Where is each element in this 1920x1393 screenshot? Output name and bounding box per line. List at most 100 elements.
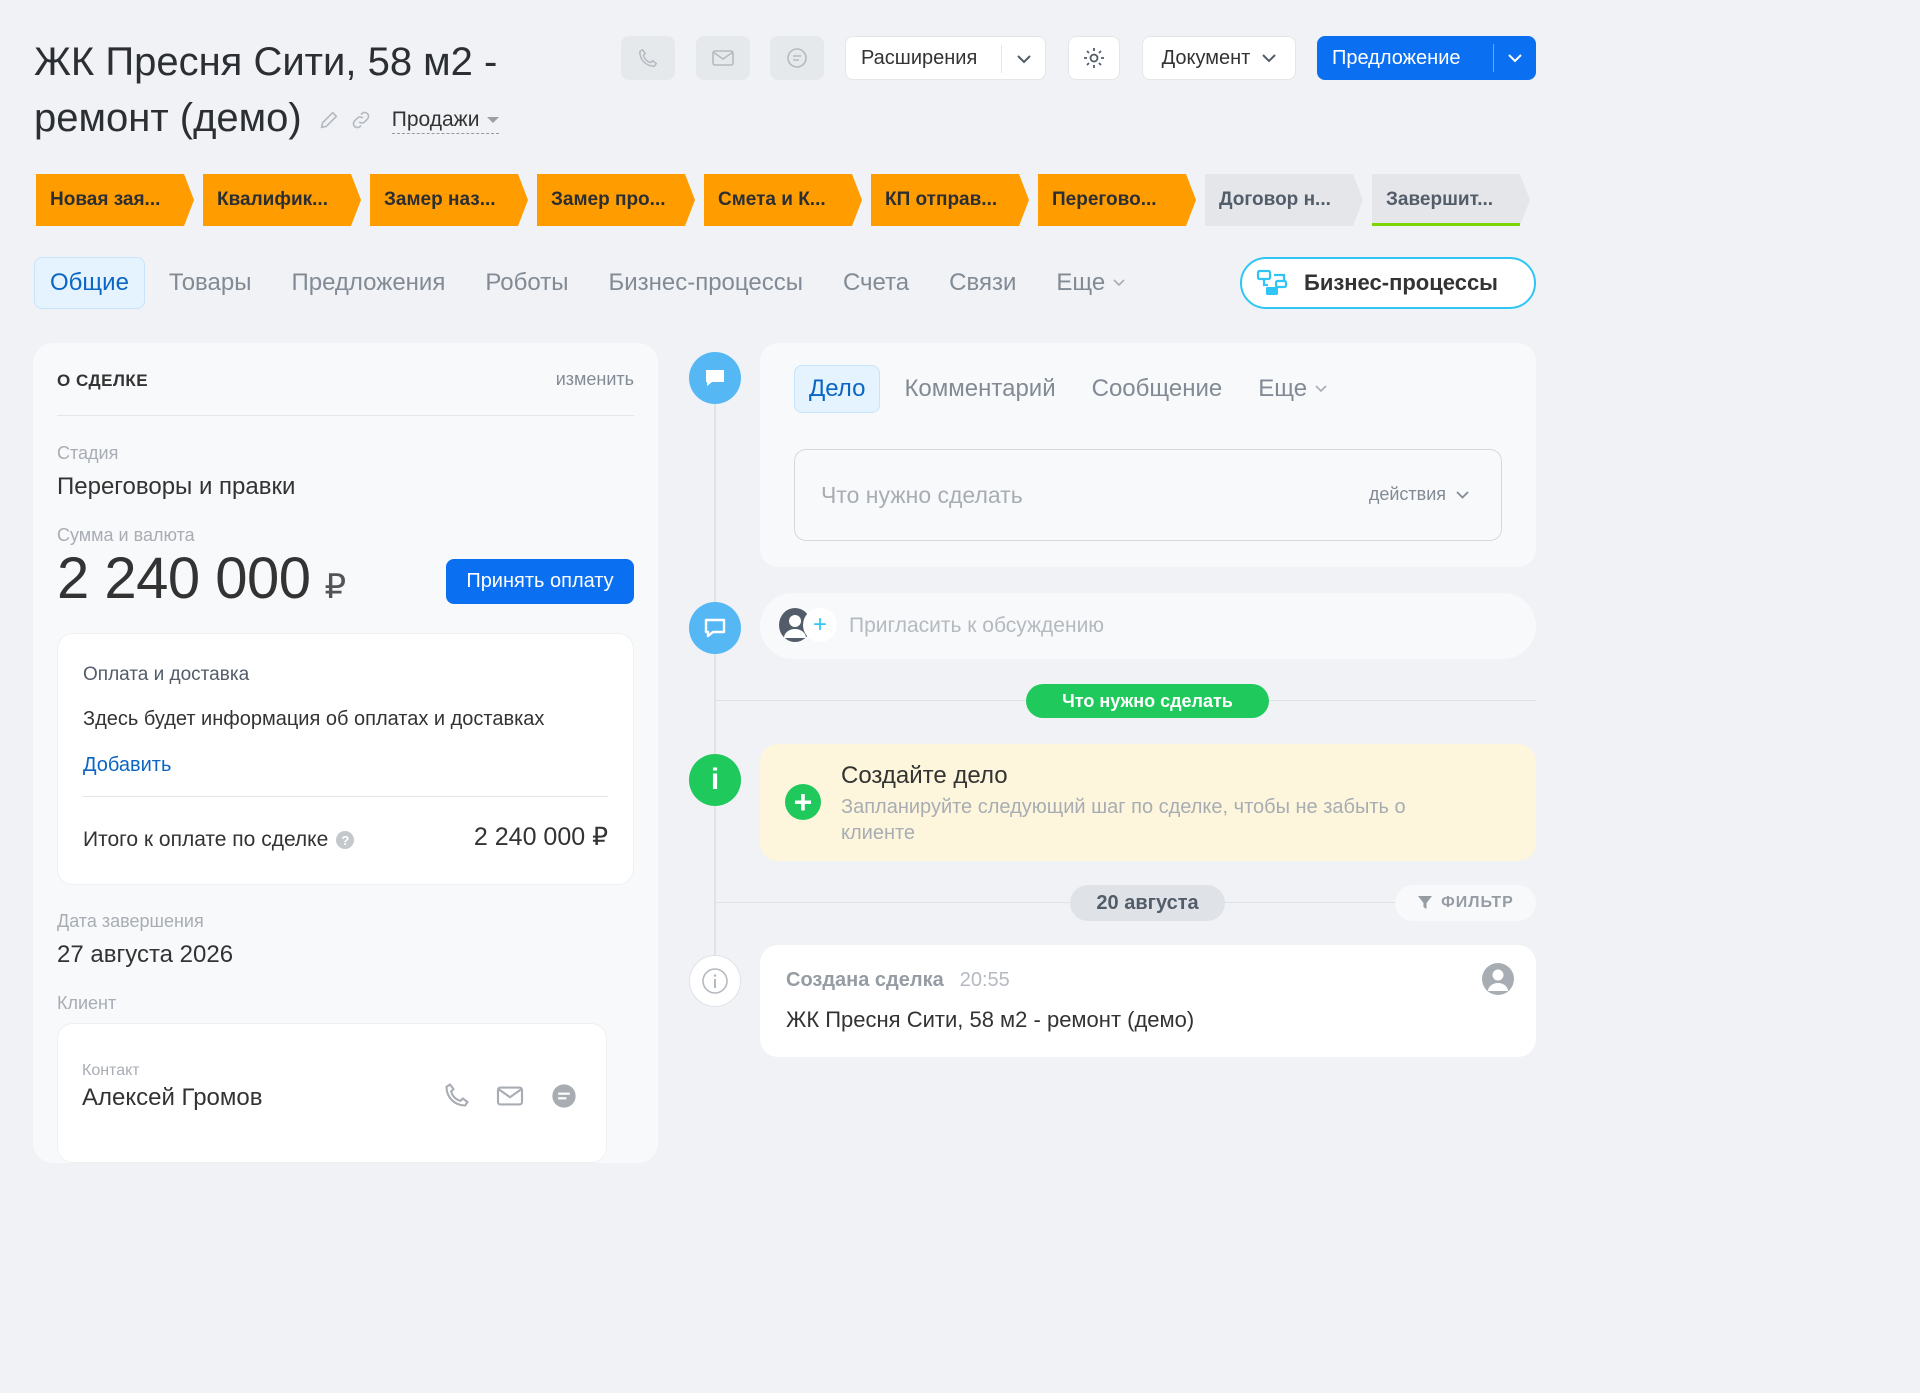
chat-icon[interactable] [550, 1082, 578, 1110]
timeline-invite-marker [689, 602, 741, 654]
tab-task[interactable]: Дело [794, 365, 881, 413]
extensions-label: Расширения [861, 46, 978, 69]
stage-item[interactable]: Замер наз... [370, 174, 528, 226]
business-processes-button[interactable]: Бизнес-процессы [1240, 257, 1536, 309]
gear-icon [1084, 48, 1104, 68]
user-avatar[interactable] [1482, 963, 1514, 995]
payment-delivery-block: Оплата и доставка Здесь будет информация… [57, 633, 634, 885]
stage-item[interactable]: Договор н... [1205, 174, 1363, 226]
extensions-button[interactable]: Расширения [845, 36, 1046, 80]
invite-placeholder: Пригласить к обсуждению [849, 614, 1105, 637]
chevron-down-icon [1262, 53, 1277, 62]
page-title: ЖК Пресня Сити, 58 м2 - ремонт (демо) Пр… [34, 34, 594, 146]
add-participant-icon[interactable]: + [803, 608, 837, 642]
stage-item[interactable]: Квалифик... [203, 174, 361, 226]
call-button[interactable] [621, 36, 675, 80]
filter-label: ФИЛЬТР [1441, 894, 1514, 911]
todo-section-badge: Что нужно сделать [1026, 684, 1269, 718]
mail-icon[interactable] [495, 1084, 525, 1108]
actions-dropdown[interactable]: действия [1369, 484, 1469, 505]
offer-label: Предложение [1332, 46, 1461, 69]
tab-products[interactable]: Товары [149, 257, 272, 309]
payment-info: Здесь будет информация об оплатах и дост… [83, 708, 545, 730]
chevron-down-icon [1113, 279, 1125, 287]
event-card: Создана сделка 20:55 ЖК Пресня Сити, 58 … [760, 945, 1536, 1057]
stage-item[interactable]: Перегово... [1038, 174, 1196, 226]
total-value: 2 240 000 ₽ [473, 823, 608, 851]
stage-bar: Новая зая... Квалифик... Замер наз... За… [36, 174, 1530, 226]
accept-payment-button[interactable]: Принять оплату [446, 559, 634, 604]
mail-icon [712, 50, 734, 66]
stage-value[interactable]: Переговоры и правки [57, 473, 295, 501]
client-label: Клиент [57, 993, 117, 1013]
event-time: 20:55 [959, 969, 1010, 991]
close-date-label: Дата завершения [57, 911, 204, 931]
tab-bar: Общие Товары Предложения Роботы Бизнес-п… [34, 257, 1145, 309]
link-icon[interactable] [350, 109, 372, 131]
comment-icon [706, 370, 724, 386]
tab-links[interactable]: Связи [929, 257, 1036, 309]
chevron-down-icon [1315, 385, 1327, 393]
business-processes-label: Бизнес-процессы [1304, 270, 1498, 295]
chat-icon [787, 48, 807, 68]
create-task-title: Создайте дело [841, 762, 1008, 789]
amount-label: Сумма и валюта [57, 525, 195, 545]
filter-button[interactable]: ФИЛЬТР [1395, 885, 1536, 921]
tab-general[interactable]: Общие [34, 257, 145, 309]
tab-business-processes[interactable]: Бизнес-процессы [588, 257, 823, 309]
add-payment-link[interactable]: Добавить [83, 754, 171, 777]
event-marker [689, 955, 741, 1007]
funnel-selector[interactable]: Продажи [391, 107, 500, 134]
help-icon[interactable]: ? [336, 831, 355, 849]
todo-input[interactable]: Что нужно сделать действия [794, 449, 1502, 541]
contact-block: Контакт Алексей Громов [57, 1023, 607, 1163]
create-task-hint: Запланируйте следующий шаг по сделке, чт… [841, 796, 1406, 844]
amount-value[interactable]: 2 240 000 ₽ [57, 545, 346, 612]
add-task-icon[interactable]: + [785, 784, 821, 820]
activity-editor: Дело Комментарий Сообщение Еще Что нужно… [760, 343, 1536, 567]
date-separator: 20 августа [1070, 885, 1225, 921]
stage-item[interactable]: Смета и К... [704, 174, 862, 226]
tab-comment[interactable]: Комментарий [886, 365, 1073, 413]
pencil-icon[interactable] [318, 109, 340, 131]
email-button[interactable] [696, 36, 750, 80]
tab-more[interactable]: Еще [1240, 365, 1345, 413]
section-title: О СДЕЛКЕ [57, 371, 149, 390]
filter-icon [1418, 896, 1433, 909]
editor-tabs: Дело Комментарий Сообщение Еще [794, 365, 1345, 413]
tab-more[interactable]: Еще [1036, 257, 1145, 309]
caret-down-icon [487, 116, 500, 123]
info-icon: i [689, 754, 741, 806]
chat-bubble-icon [704, 618, 726, 638]
todo-placeholder: Что нужно сделать [821, 482, 1023, 508]
chat-button[interactable] [770, 36, 824, 80]
stage-item[interactable]: Завершит... [1372, 174, 1530, 226]
contact-name[interactable]: Алексей Громов [82, 1084, 263, 1112]
stage-item[interactable]: Новая зая... [36, 174, 194, 226]
offer-dropdown[interactable] [1493, 44, 1536, 72]
offer-button[interactable]: Предложение [1317, 36, 1536, 80]
tab-offers[interactable]: Предложения [271, 257, 465, 309]
phone-icon[interactable] [443, 1081, 471, 1109]
tab-invoices[interactable]: Счета [823, 257, 929, 309]
divider [83, 796, 608, 797]
settings-button[interactable] [1068, 36, 1120, 80]
invite-discussion-bar[interactable]: + Пригласить к обсуждению [760, 593, 1536, 659]
close-date-value[interactable]: 27 августа 2026 [57, 941, 233, 969]
tab-message[interactable]: Сообщение [1074, 365, 1241, 413]
stage-label: Стадия [57, 443, 119, 463]
business-process-icon [1256, 269, 1288, 295]
create-task-card[interactable]: + Создайте дело Запланируйте следующий ш… [760, 744, 1536, 861]
extensions-dropdown[interactable] [1001, 45, 1045, 73]
edit-link[interactable]: изменить [556, 369, 634, 390]
stage-item[interactable]: Замер про... [537, 174, 695, 226]
phone-icon [639, 48, 658, 67]
tab-robots[interactable]: Роботы [465, 257, 588, 309]
document-button[interactable]: Документ [1142, 36, 1296, 80]
event-text[interactable]: ЖК Пресня Сити, 58 м2 - ремонт (демо) [786, 1007, 1194, 1033]
info-circle-icon [702, 968, 728, 994]
contact-label: Контакт [82, 1062, 140, 1079]
timeline-editor-marker [689, 352, 741, 404]
deal-info-card: О СДЕЛКЕ изменить Стадия Переговоры и пр… [33, 343, 658, 1163]
stage-item[interactable]: КП отправ... [871, 174, 1029, 226]
